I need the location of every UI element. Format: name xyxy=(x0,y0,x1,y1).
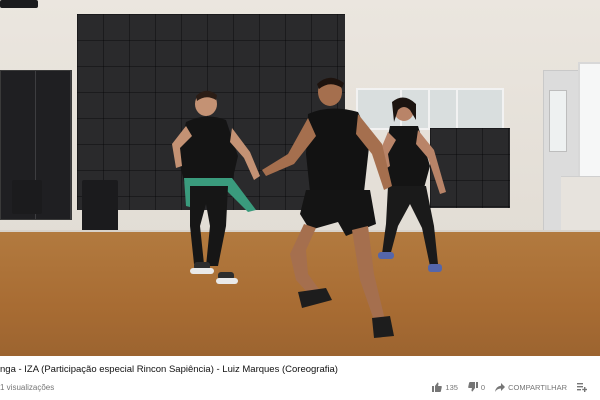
dislike-button[interactable]: 0 xyxy=(468,382,485,392)
like-count: 135 xyxy=(445,382,458,392)
video-title: nga - IZA (Participação especial Rincon … xyxy=(0,364,338,375)
view-count: 1 visualizações xyxy=(0,383,55,392)
like-button[interactable]: 135 xyxy=(432,382,458,392)
thumbs-up-icon xyxy=(432,382,443,392)
thumbs-down-icon xyxy=(468,382,478,392)
share-arrow-icon xyxy=(495,382,506,392)
speaker-left xyxy=(12,180,42,214)
video-actions: 135 0 COMPARTILHAR xyxy=(422,382,590,392)
ceiling-fixture xyxy=(0,0,38,8)
side-window xyxy=(578,62,600,180)
share-button[interactable]: COMPARTILHAR xyxy=(495,382,567,392)
share-label: COMPARTILHAR xyxy=(508,382,567,392)
video-player[interactable] xyxy=(0,0,600,356)
add-to-playlist-button[interactable] xyxy=(577,382,590,392)
dancer-center xyxy=(262,77,394,338)
dancer-left xyxy=(172,90,260,284)
door-glass xyxy=(549,90,567,152)
dislike-count: 0 xyxy=(480,382,486,392)
add-to-playlist-icon xyxy=(577,382,587,392)
